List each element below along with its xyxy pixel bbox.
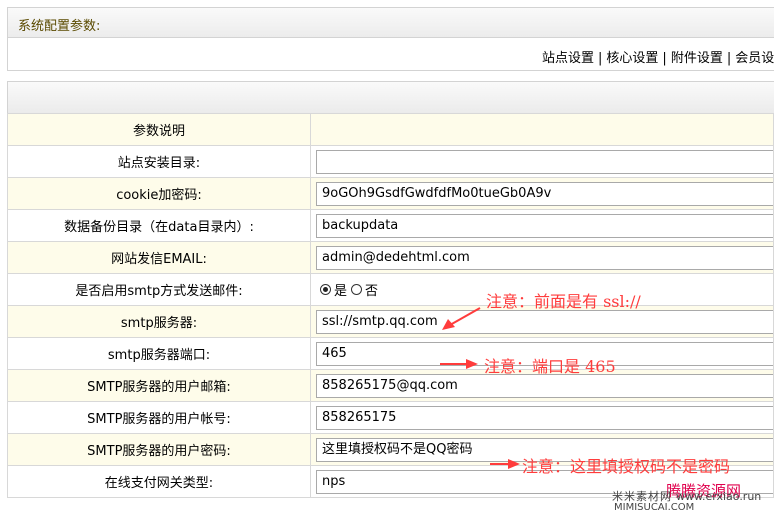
nav-link-core-settings[interactable]: 核心设置 — [606, 51, 658, 66]
watermark-mimisucai-url: MIMISUCAI.COM — [614, 502, 695, 513]
row-label: smtp服务器: — [7, 305, 311, 338]
nav-separator: | — [598, 51, 603, 66]
smtp-server-input[interactable]: ssl://smtp.qq.com — [316, 309, 774, 334]
smtp-yes-label: 是 — [334, 284, 348, 299]
column-header-param: 参数说明 — [7, 113, 311, 146]
install-dir-input[interactable] — [316, 149, 774, 174]
smtp-no-label: 否 — [365, 284, 379, 299]
backup-dir-input[interactable]: backupdata — [316, 213, 774, 238]
nav-links: 站点设置 | 核心设置 | 附件设置 | 会员设 — [542, 47, 774, 66]
nav-link-site-settings[interactable]: 站点设置 — [542, 51, 594, 66]
row-label: smtp服务器端口: — [7, 337, 311, 370]
row-label: 是否启用smtp方式发送邮件: — [7, 273, 311, 306]
smtp-user-account-input[interactable]: 858265175 — [316, 405, 774, 430]
table-row: 是否启用smtp方式发送邮件: 是 否 — [7, 273, 774, 306]
nav-separator: | — [662, 51, 667, 66]
panel-header: 系统配置参数: — [7, 7, 774, 38]
table-row: smtp服务器: ssl://smtp.qq.com — [7, 305, 774, 338]
smtp-user-email-input[interactable]: 858265175@qq.com — [316, 373, 774, 398]
row-label: cookie加密码: — [7, 177, 311, 210]
table-row: SMTP服务器的用户邮箱: 858265175@qq.com — [7, 369, 774, 402]
table-row: SMTP服务器的用户帐号: 858265175 — [7, 401, 774, 434]
annotation-port: 注意：端口是 465 — [484, 357, 616, 376]
cookie-key-input[interactable]: 9oGOh9GsdfGwdfdfMo0tueGb0A9v — [316, 181, 774, 206]
annotation-password: 注意：这里填授权码不是密码 — [522, 457, 731, 476]
table-header-row: 参数说明 — [7, 113, 774, 146]
table-row: 网站发信EMAIL: admin@dedehtml.com — [7, 241, 774, 274]
panel-title: 系统配置参数: — [18, 19, 101, 34]
nav-link-attachment-settings[interactable]: 附件设置 — [671, 51, 723, 66]
site-email-input[interactable]: admin@dedehtml.com — [316, 245, 774, 270]
table-row: 站点安装目录: — [7, 145, 774, 178]
config-table: 参数说明 站点安装目录: cookie加密码: 9oGOh9GsdfGwdfdf… — [7, 113, 774, 498]
section-bar — [7, 81, 774, 114]
arrow-icon — [440, 359, 478, 369]
table-row: 数据备份目录（在data目录内）: backupdata — [7, 209, 774, 242]
table-row: cookie加密码: 9oGOh9GsdfGwdfdfMo0tueGb0A9v — [7, 177, 774, 210]
nav-link-member-settings[interactable]: 会员设 — [735, 51, 774, 66]
row-label: SMTP服务器的用户帐号: — [7, 401, 311, 434]
annotation-ssl: 注意：前面是有 ssl:// — [486, 292, 641, 311]
row-label: 站点安装目录: — [7, 145, 311, 178]
settings-nav: 站点设置 | 核心设置 | 附件设置 | 会员设 — [7, 38, 774, 71]
arrow-icon — [490, 459, 520, 469]
smtp-no-radio[interactable] — [351, 284, 363, 295]
row-label: 在线支付网关类型: — [7, 465, 311, 498]
row-label: 网站发信EMAIL: — [7, 241, 311, 274]
nav-separator: | — [726, 51, 732, 66]
smtp-yes-radio[interactable] — [320, 284, 331, 295]
table-row: smtp服务器端口: 465 — [7, 337, 774, 370]
column-header-value — [310, 113, 774, 146]
row-label: 数据备份目录（在data目录内）: — [7, 209, 311, 242]
arrow-icon — [442, 307, 481, 330]
row-label: SMTP服务器的用户密码: — [7, 433, 311, 466]
row-label: SMTP服务器的用户邮箱: — [7, 369, 311, 402]
